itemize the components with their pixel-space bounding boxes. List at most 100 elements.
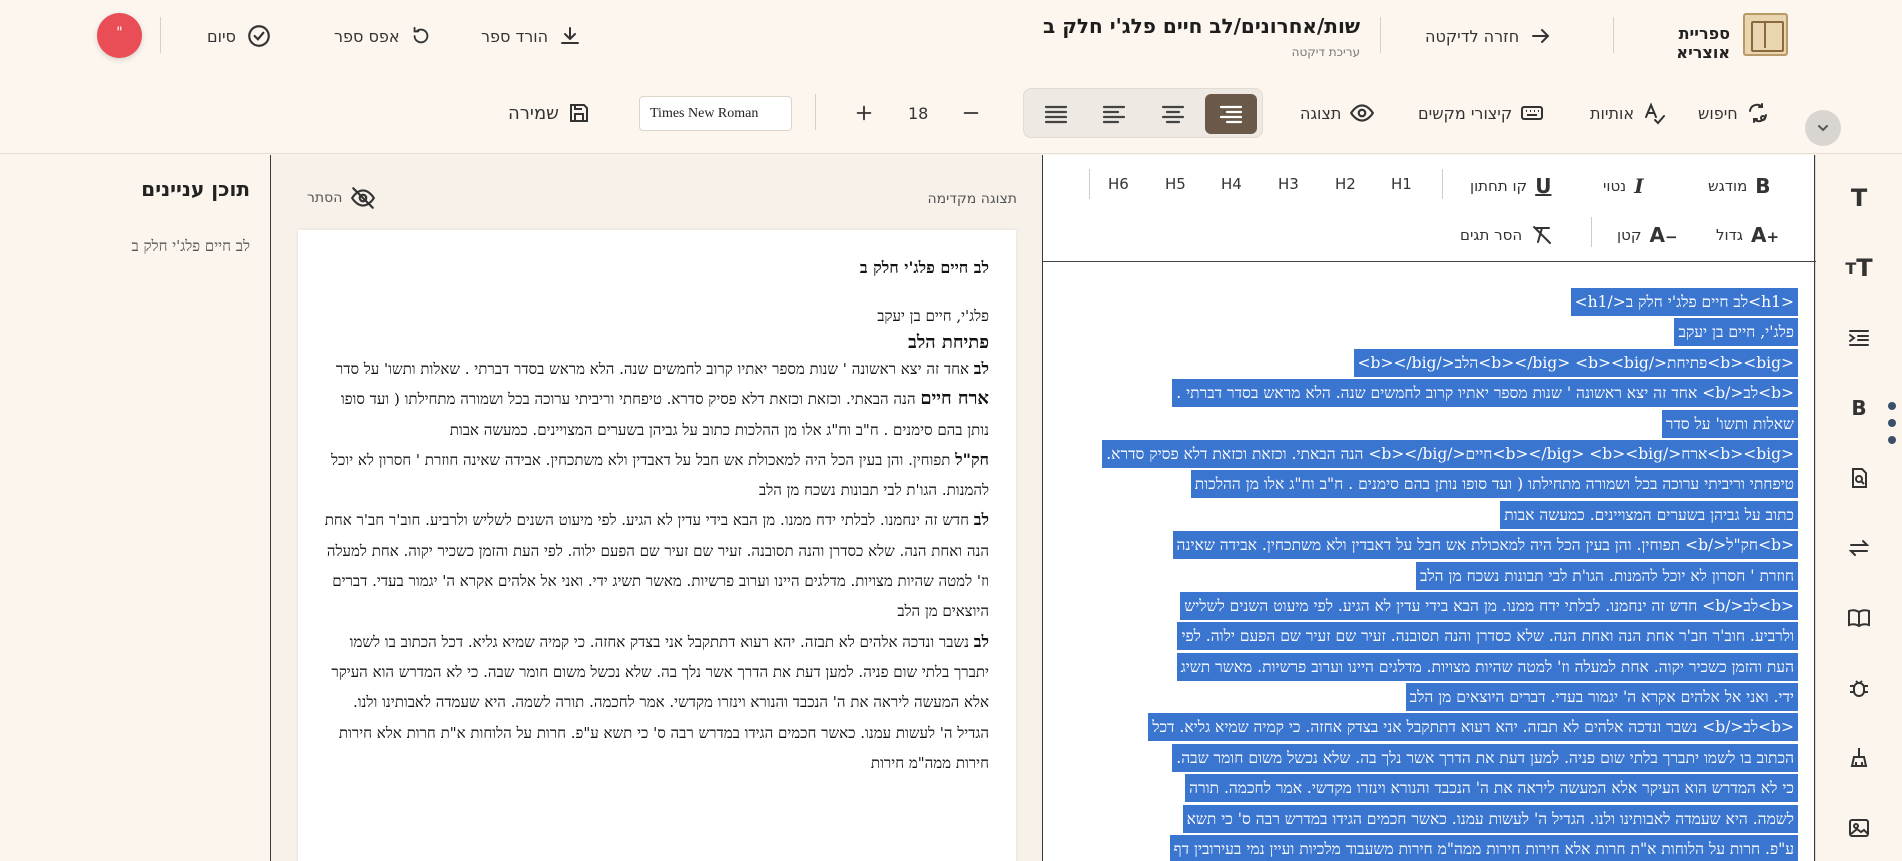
reset-book-label: אפס ספר: [334, 26, 400, 46]
arrow-right-icon: [1532, 29, 1550, 43]
preview-paragraph: לב חדש זה ינחמנו. לבלתי ידח ממנו. מן הבא…: [323, 505, 989, 626]
paragraph-text: נשבר ונדכה אלהים לא תבזה. יהא רעוא דתתקב…: [331, 632, 989, 772]
source-line[interactable]: <h1>לב חיים פלג'י חלק ב</h1>: [1053, 287, 1798, 317]
collapse-toolbar-button[interactable]: [1805, 110, 1841, 146]
source-line[interactable]: פלג'י, חיים בן יעקב: [1053, 317, 1798, 347]
align-left-button[interactable]: [1088, 94, 1140, 134]
preview-content: לב חיים פלג'י חלק ב פלג'י, חיים בן יעקב …: [298, 230, 1016, 778]
text-icon[interactable]: T: [1844, 183, 1874, 213]
font-size-value[interactable]: 18: [908, 104, 928, 123]
chevron-down-icon: [1818, 125, 1828, 132]
letters-button[interactable]: אותיות: [1590, 98, 1666, 128]
bold-glyph-icon: B: [1755, 174, 1771, 198]
source-line[interactable]: <b><big>פתיחת</b></big> <b><big>הלב</b><…: [1053, 348, 1798, 378]
preview-label: תצוגה מקדימה: [927, 191, 1017, 207]
bug-icon[interactable]: [1844, 673, 1874, 703]
small-text-button[interactable]: קטן A−: [1617, 221, 1678, 249]
reset-book-button[interactable]: אפס ספר: [334, 21, 432, 51]
align-justify-button[interactable]: [1030, 94, 1082, 134]
cleanup-brush-icon[interactable]: [1844, 743, 1874, 773]
preview-paragraph: ארח חיים הנה הבאתי. וכזאת וכזאת דלא פסיק…: [323, 384, 989, 445]
align-right-button[interactable]: [1205, 94, 1257, 134]
book-path-title: שות/אחרונים/לב חיים פלג'י חלק ב: [1043, 14, 1360, 38]
swap-arrows-icon[interactable]: [1844, 533, 1874, 563]
toc-item[interactable]: לב חיים פלג'י חלק ב: [132, 237, 250, 256]
source-line[interactable]: כתוב על גביהן בשערים המצויינים. כמעשה אב…: [1053, 500, 1798, 530]
book-icon[interactable]: [1844, 603, 1874, 633]
source-line[interactable]: העת והזמן כשכיר יקוה. אחת למעלה וז' למטה…: [1053, 652, 1798, 682]
source-line-text: <b>לב</b> אחד זה יצא ראשונה ' שנות מספר …: [1172, 379, 1798, 408]
eye-off-icon: [351, 187, 376, 209]
remove-tags-button[interactable]: הסר תגים: [1460, 221, 1554, 249]
small-text-label: קטן: [1617, 226, 1642, 244]
source-line[interactable]: <b>לב</b> אחד זה יצא ראשונה ' שנות מספר …: [1053, 378, 1798, 408]
italic-button[interactable]: נטוי I: [1603, 172, 1644, 200]
download-book-button[interactable]: הורד ספר: [481, 21, 582, 51]
user-avatar-button[interactable]: ": [97, 13, 142, 58]
text-size-icon[interactable]: TT: [1844, 253, 1874, 283]
source-line[interactable]: <b>לב</b> חדש זה ינחמנו. לבלתי ידח ממנו.…: [1053, 591, 1798, 621]
heading-1-button[interactable]: H1: [1391, 175, 1412, 193]
italic-label: נטוי: [1603, 177, 1627, 195]
hide-preview-button[interactable]: הסתר: [307, 185, 376, 211]
finish-button[interactable]: סיום: [207, 21, 272, 51]
save-button[interactable]: שמירה: [508, 98, 591, 128]
underline-button[interactable]: קו תחתון U: [1470, 172, 1551, 200]
bold-label: מודגש: [1708, 177, 1748, 195]
keyboard-shortcuts-button[interactable]: קיצורי מקשים: [1418, 98, 1544, 128]
decrease-font-button[interactable]: [960, 98, 982, 128]
source-line[interactable]: <b><big>ארח</b></big> <b><big>חיים</b></…: [1053, 439, 1798, 469]
source-line[interactable]: ידי. ואני אל אלהים אקרא ה' יגמור בעדי. ד…: [1053, 682, 1798, 712]
heading-4-button[interactable]: H4: [1221, 175, 1242, 193]
font-decrease-icon: A−: [1649, 223, 1678, 247]
find-in-document-icon[interactable]: [1844, 463, 1874, 493]
source-line[interactable]: הכתוב בו לשמו יתברך בלתי שום פניה. למען …: [1053, 743, 1798, 773]
source-line[interactable]: <b>לב</b> נשבר ונדכה אלהים לא תבזה. יהא …: [1053, 712, 1798, 742]
font-family-select[interactable]: Times New Roman: [639, 96, 792, 131]
more-options-dots[interactable]: [1888, 402, 1896, 453]
letters-label: אותיות: [1590, 103, 1635, 123]
preview-paragraph: לב אחד זה יצא ראשונה ' שנות מספר יאתיו ק…: [323, 354, 989, 384]
source-line[interactable]: ולרביע. חוב'ר חב'ר אחת הנה ואחת הנה. שלא…: [1053, 621, 1798, 651]
bold-icon[interactable]: B: [1844, 393, 1874, 423]
back-to-dicta-button[interactable]: חזרה לדיקטה: [1425, 21, 1553, 51]
source-line[interactable]: לשמה. היא שעמדה לאבותינו ולנו. הגדיל ה' …: [1053, 804, 1798, 834]
preview-panel: תצוגה מקדימה הסתר לב חיים פלג'י חלק ב פל…: [270, 155, 1042, 861]
italic-glyph-icon: I: [1634, 174, 1644, 198]
source-line-text: שאלות ותשו' על סדר: [1661, 409, 1798, 438]
source-line[interactable]: חוזרת ' חסרון לא יוכל להמנות. הגו'ת לבי …: [1053, 561, 1798, 591]
search-label: חיפוש: [1698, 103, 1738, 123]
source-line[interactable]: <b>חק"ל</b> תפוחין. והן בעין הכל היה למא…: [1053, 530, 1798, 560]
heading-2-button[interactable]: H2: [1335, 175, 1356, 193]
save-label: שמירה: [508, 102, 559, 124]
spellcheck-icon: [1645, 102, 1666, 125]
source-line-text: העת והזמן כשכיר יקוה. אחת למעלה וז' למטה…: [1176, 652, 1798, 681]
paragraph-text: אחד זה יצא ראשונה ' שנות מספר יאתיו קרוב…: [335, 360, 974, 378]
big-text-button[interactable]: גדול A+: [1716, 221, 1779, 249]
source-line[interactable]: כי לא המדרש הוא העיקר אלא המעשה ליראה את…: [1053, 773, 1798, 803]
heading-5-button[interactable]: H5: [1165, 175, 1186, 193]
image-icon[interactable]: [1844, 813, 1874, 843]
source-line[interactable]: שאלות ותשו' על סדר: [1053, 409, 1798, 439]
heading-6-button[interactable]: H6: [1108, 175, 1129, 193]
paragraph-lead: ארח חיים: [920, 388, 989, 410]
font-increase-icon: A+: [1750, 223, 1780, 247]
search-button[interactable]: חיפוש: [1698, 98, 1770, 128]
indent-icon[interactable]: [1844, 323, 1874, 353]
app-logo[interactable]: [1743, 13, 1788, 56]
plus-icon: [856, 105, 872, 121]
divider: [1089, 169, 1090, 199]
finish-label: סיום: [207, 26, 236, 46]
source-line[interactable]: ע"פ. חרות על הלוחות א"ת חרות אלא חירות ח…: [1053, 834, 1798, 861]
increase-font-button[interactable]: [853, 98, 875, 128]
html-source-editor[interactable]: <h1>לב חיים פלג'י חלק ב</h1> פלג'י, חיים …: [1053, 287, 1798, 861]
view-button[interactable]: תצוגה: [1300, 98, 1375, 128]
divider: [1442, 169, 1443, 199]
big-text-label: גדול: [1716, 226, 1743, 244]
align-center-button[interactable]: [1147, 94, 1199, 134]
align-right-icon: [1219, 105, 1243, 124]
heading-3-button[interactable]: H3: [1278, 175, 1299, 193]
source-line[interactable]: טיפחתי וריביתי ערוכה בכל ושמורה מתחילתו …: [1053, 469, 1798, 499]
bold-button[interactable]: מודגש B: [1708, 172, 1771, 200]
editor-panel: מודגש B נטוי I קו תחתון U H1 H2 H3 H4 H5…: [1042, 155, 1816, 861]
